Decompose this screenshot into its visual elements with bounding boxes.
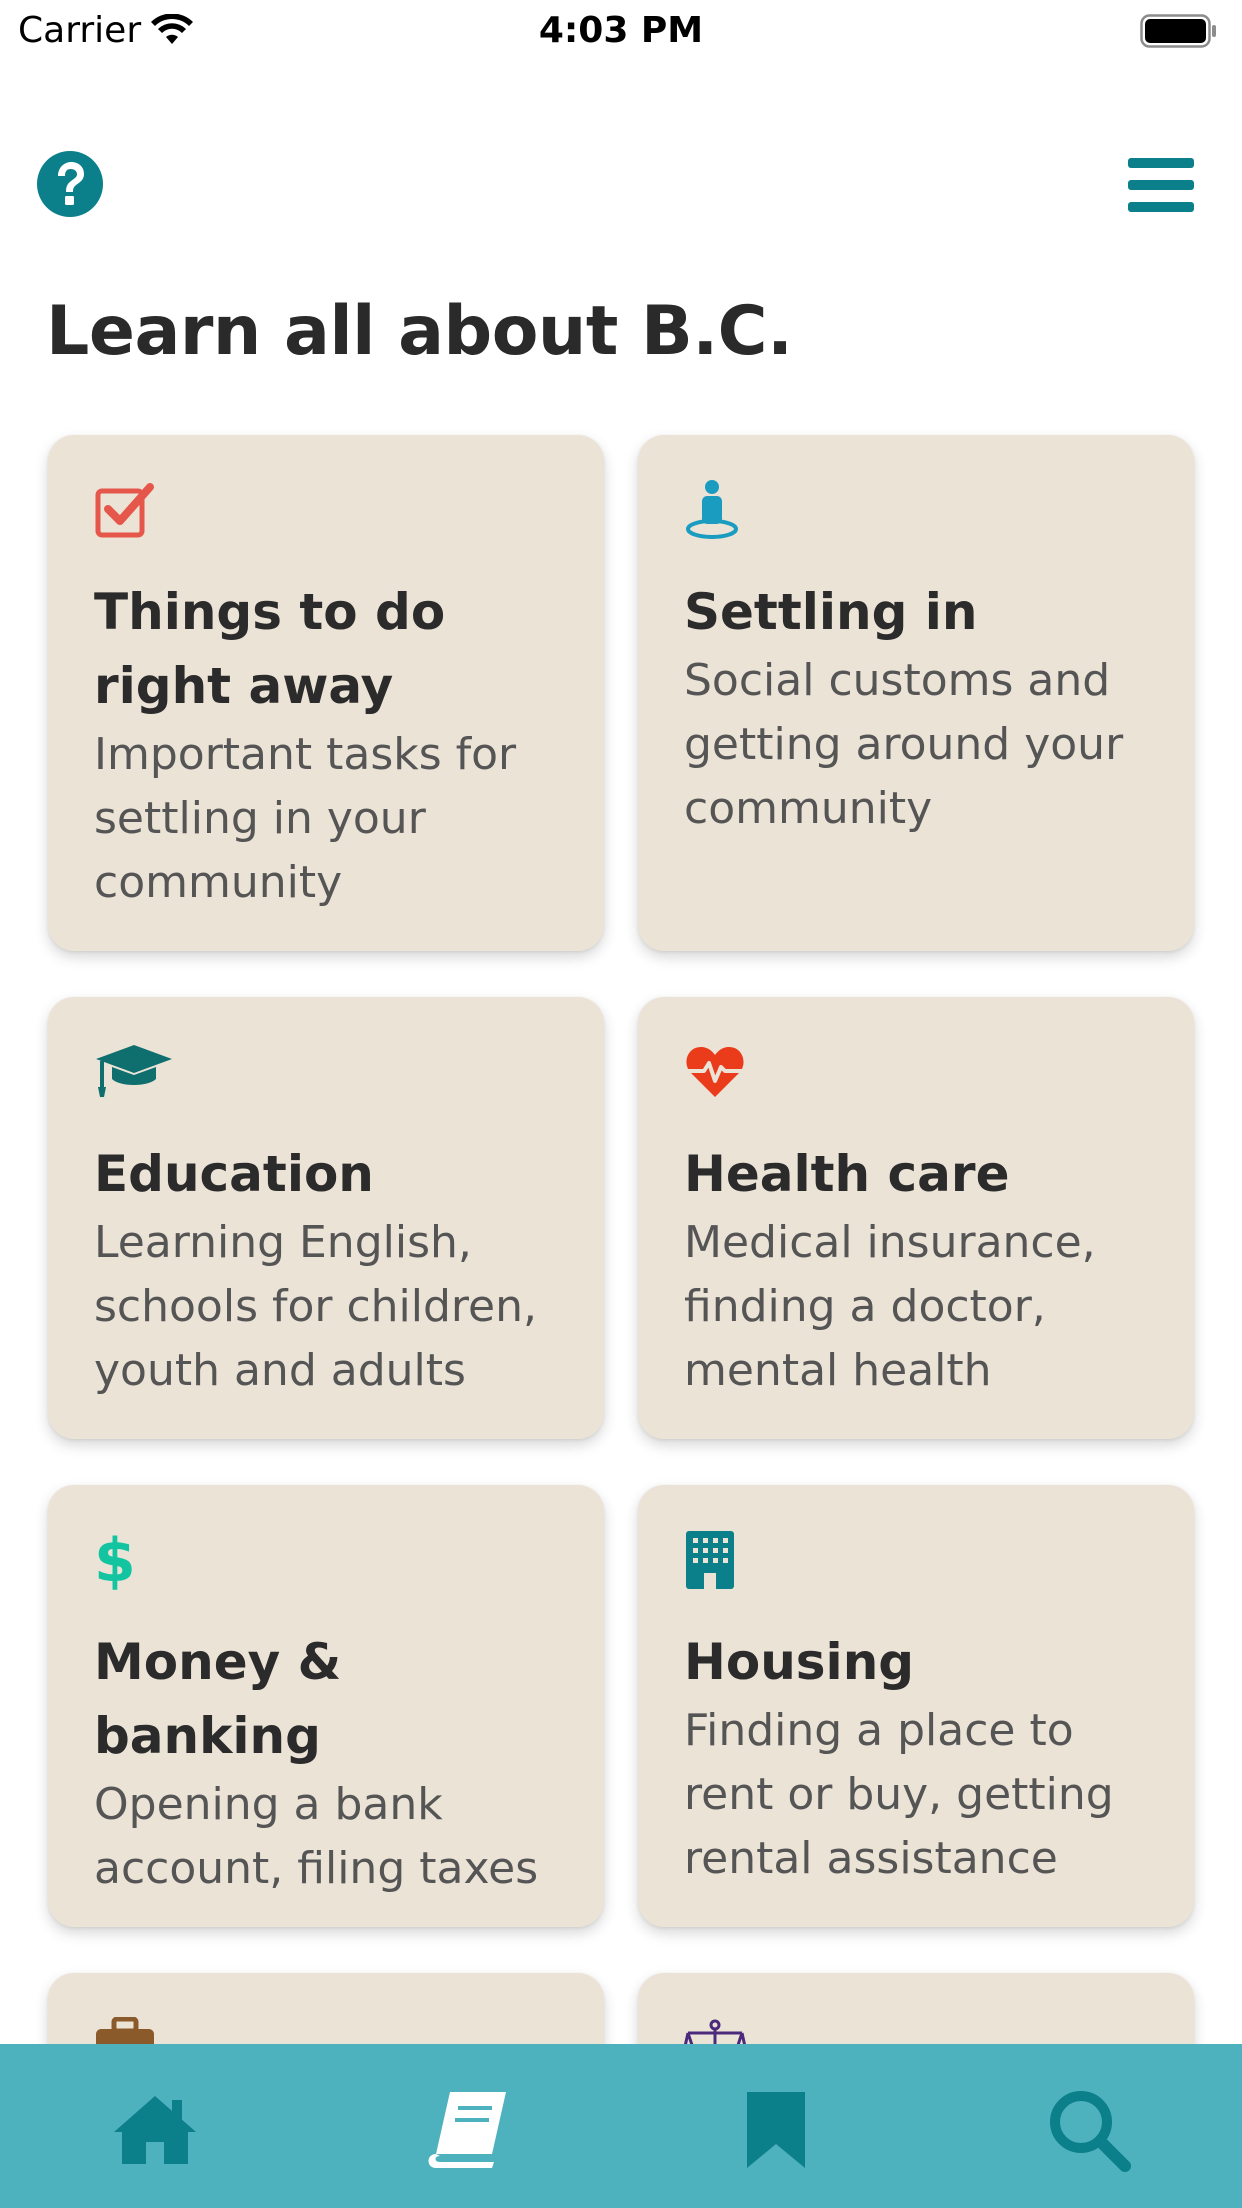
search-icon [1050, 2091, 1131, 2172]
card-employment[interactable] [48, 1973, 604, 2044]
bookmark-icon [747, 2092, 805, 2168]
tab-search[interactable] [1043, 2084, 1133, 2174]
scales-icon [684, 2019, 746, 2044]
card-description: Learning English, schools for children, … [94, 1217, 537, 1396]
card-things-to-do[interactable]: Things to do right away Important tasks … [48, 435, 604, 951]
checkbox-icon [95, 483, 154, 538]
card-description: Finding a place to rent or buy, getting … [684, 1705, 1114, 1884]
card-title: Settling in [684, 583, 978, 641]
category-grid: Things to do right away Important tasks … [0, 0, 1242, 2044]
card-description: Medical insurance, finding a doctor, men… [684, 1217, 1096, 1396]
card-legal[interactable] [638, 1973, 1194, 2044]
card-education[interactable]: Education Learning English, schools for … [48, 997, 604, 1439]
tab-bar [0, 2044, 1242, 2208]
dollar-icon: $ [94, 1529, 136, 1591]
tab-learn[interactable] [422, 2084, 512, 2174]
person-on-location-icon [686, 480, 738, 539]
card-description: Social customs and getting around your c… [684, 655, 1124, 834]
card-health-care[interactable]: Health care Medical insurance, finding a… [638, 997, 1194, 1439]
card-title: Education [94, 1145, 374, 1203]
card-description: Important tasks for settling in your com… [94, 729, 517, 908]
card-housing[interactable]: Housing Finding a place to rent or buy, … [638, 1485, 1194, 1927]
heartbeat-icon [686, 1047, 744, 1097]
tab-bookmarks[interactable] [731, 2084, 821, 2174]
building-icon [686, 1531, 734, 1589]
card-money-banking[interactable]: $ Money & banking Opening a bank account… [48, 1485, 604, 1927]
tab-home[interactable] [110, 2084, 200, 2174]
card-title: Money & banking [94, 1633, 342, 1765]
home-icon [114, 2096, 196, 2164]
card-title: Housing [684, 1633, 915, 1691]
book-icon [428, 2092, 506, 2168]
briefcase-icon [96, 2017, 154, 2044]
card-description: Opening a bank account, filing taxes [94, 1779, 539, 1894]
card-title: Health care [684, 1145, 1010, 1203]
svg-text:$: $ [94, 1529, 136, 1591]
graduation-cap-icon [96, 1045, 172, 1097]
card-title: Things to do right away [94, 583, 446, 715]
card-settling-in[interactable]: Settling in Social customs and getting a… [638, 435, 1194, 951]
